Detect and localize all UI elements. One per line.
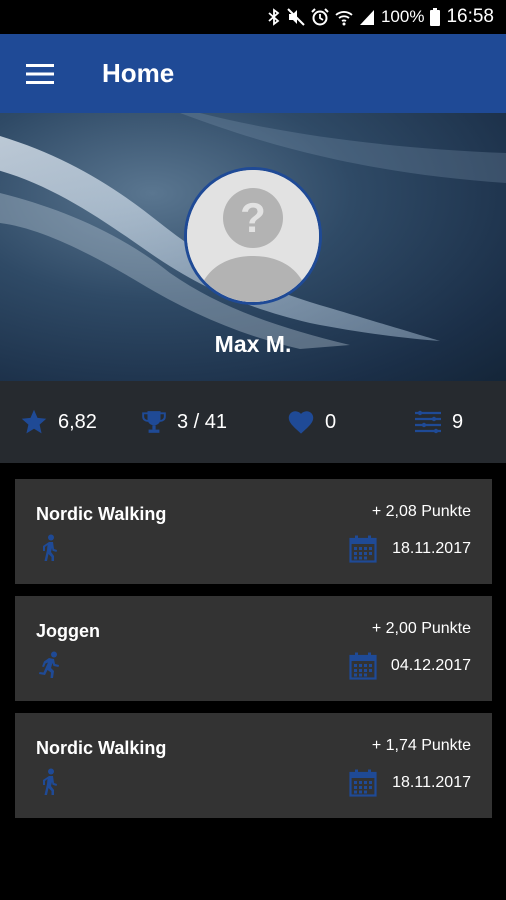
activity-card[interactable]: Joggen + 2,00 Punkte 04.12.2017 xyxy=(15,596,492,701)
battery-icon xyxy=(430,7,441,27)
stat-activities-value: 9 xyxy=(452,410,464,433)
star-icon xyxy=(21,409,47,434)
page-title: Home xyxy=(102,58,175,88)
activity-date: 18.11.2017 xyxy=(392,540,471,557)
stats-bar: 6,82 3 / 41 0 9 xyxy=(0,381,506,463)
signal-icon xyxy=(359,7,375,27)
unknown-user-avatar-icon: ? xyxy=(187,170,319,302)
activity-title: Joggen xyxy=(36,621,101,641)
calendar-icon xyxy=(349,769,377,797)
activity-card[interactable]: Nordic Walking + 2,08 Punkte 18.11.2017 xyxy=(15,479,492,584)
clock-time: 16:58 xyxy=(446,6,494,27)
activity-title: Nordic Walking xyxy=(36,738,167,758)
activity-card[interactable]: Nordic Walking + 1,74 Punkte 18.11.2017 xyxy=(15,713,492,818)
stat-likes: 0 xyxy=(287,381,336,463)
walking-icon xyxy=(43,768,57,795)
alarm-icon xyxy=(311,7,329,27)
activity-points: + 1,74 Punkte xyxy=(371,737,471,754)
activity-date: 04.12.2017 xyxy=(390,657,471,674)
activity-points: + 2,00 Punkte xyxy=(371,620,471,637)
wifi-icon xyxy=(335,7,353,27)
profile-header: ? Max M. xyxy=(0,113,506,381)
status-bar: 100% 16:58 xyxy=(0,0,506,34)
hamburger-menu-icon[interactable] xyxy=(0,34,80,113)
battery-percent: 100% xyxy=(380,7,425,26)
stat-score: 6,82 xyxy=(20,381,97,463)
user-name: Max M. xyxy=(214,331,292,357)
mute-icon xyxy=(287,7,305,27)
calendar-icon xyxy=(349,535,377,563)
bluetooth-icon xyxy=(267,7,281,27)
walking-icon xyxy=(43,534,57,561)
trophy-icon xyxy=(142,411,166,433)
app-bar: Home xyxy=(0,34,506,113)
stat-ranking-value: 3 / 41 xyxy=(177,410,228,433)
activity-list-icon xyxy=(415,410,441,434)
stat-likes-value: 0 xyxy=(325,410,337,433)
stat-activities: 9 xyxy=(414,381,463,463)
activity-date: 18.11.2017 xyxy=(392,774,471,791)
calendar-icon xyxy=(349,652,377,680)
heart-icon xyxy=(288,411,314,434)
svg-text:?: ? xyxy=(240,194,266,241)
avatar[interactable]: ? xyxy=(184,167,322,305)
activity-points: + 2,08 Punkte xyxy=(371,503,471,520)
stat-ranking: 3 / 41 xyxy=(141,381,227,463)
running-icon xyxy=(39,651,59,678)
activity-title: Nordic Walking xyxy=(36,504,167,524)
stat-score-value: 6,82 xyxy=(58,410,97,433)
